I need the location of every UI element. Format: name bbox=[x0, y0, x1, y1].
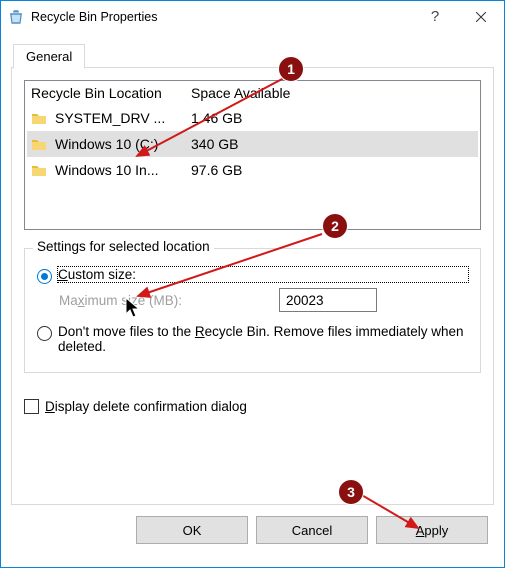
table-row[interactable]: Windows 10 (C:)340 GB bbox=[27, 131, 478, 157]
confirm-label: Display delete confirmation dialog bbox=[45, 399, 247, 414]
row-space: 340 GB bbox=[191, 136, 474, 152]
folder-icon bbox=[31, 137, 49, 151]
row-name: SYSTEM_DRV ... bbox=[55, 110, 191, 126]
close-button[interactable] bbox=[458, 1, 504, 32]
tab-general[interactable]: General bbox=[13, 44, 85, 69]
table-row[interactable]: SYSTEM_DRV ...1.46 GB bbox=[27, 105, 478, 131]
row-space: 97.6 GB bbox=[191, 162, 474, 178]
folder-icon bbox=[31, 163, 49, 177]
folder-icon bbox=[31, 111, 49, 125]
list-header: Recycle Bin Location Space Available bbox=[27, 85, 478, 105]
tab-strip: General bbox=[11, 38, 494, 68]
option-custom-size[interactable]: Custom size: bbox=[37, 267, 468, 284]
window: Recycle Bin Properties ? General Recycle… bbox=[0, 0, 505, 568]
recycle-bin-icon bbox=[7, 8, 25, 26]
group-legend: Settings for selected location bbox=[33, 239, 214, 254]
ok-button[interactable]: OK bbox=[136, 516, 248, 544]
radio-custom-size[interactable] bbox=[37, 269, 52, 284]
option-dont-move[interactable]: Don't move files to the Recycle Bin. Rem… bbox=[37, 324, 468, 354]
client-area: General Recycle Bin Location Space Avail… bbox=[1, 32, 504, 554]
custom-size-label: Custom size: bbox=[58, 267, 468, 282]
header-location: Recycle Bin Location bbox=[31, 85, 191, 101]
tab-panel: Recycle Bin Location Space Available SYS… bbox=[11, 67, 494, 505]
max-size-label: Maximum size (MB): bbox=[59, 293, 259, 308]
settings-group: Settings for selected location Custom si… bbox=[24, 248, 481, 373]
row-name: Windows 10 (C:) bbox=[55, 136, 191, 152]
location-list[interactable]: Recycle Bin Location Space Available SYS… bbox=[24, 80, 481, 230]
row-space: 1.46 GB bbox=[191, 110, 474, 126]
table-row[interactable]: Windows 10 In...97.6 GB bbox=[27, 157, 478, 183]
confirm-checkbox[interactable] bbox=[24, 399, 39, 414]
cancel-button[interactable]: Cancel bbox=[256, 516, 368, 544]
confirm-dialog-option[interactable]: Display delete confirmation dialog bbox=[24, 399, 481, 414]
row-name: Windows 10 In... bbox=[55, 162, 191, 178]
dont-move-label: Don't move files to the Recycle Bin. Rem… bbox=[58, 324, 468, 354]
apply-button[interactable]: Apply bbox=[376, 516, 488, 544]
header-space: Space Available bbox=[191, 85, 474, 101]
title-bar[interactable]: Recycle Bin Properties ? bbox=[1, 1, 504, 32]
radio-dont-move[interactable] bbox=[37, 326, 52, 341]
help-button[interactable]: ? bbox=[412, 1, 458, 32]
window-title: Recycle Bin Properties bbox=[31, 10, 157, 24]
max-size-input[interactable] bbox=[279, 288, 377, 312]
button-row: OK Cancel Apply bbox=[11, 516, 494, 544]
